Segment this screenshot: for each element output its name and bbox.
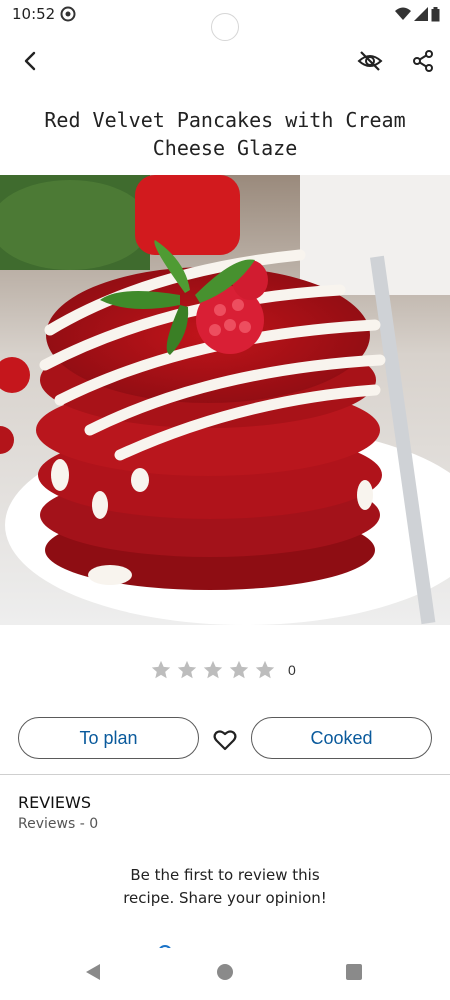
cooked-button[interactable]: Cooked — [251, 717, 432, 759]
to-plan-button[interactable]: To plan — [18, 717, 199, 759]
status-time: 10:52 — [12, 5, 56, 23]
arrow-back-icon — [24, 51, 36, 71]
signal-icon — [414, 7, 428, 21]
cooked-label: Cooked — [310, 727, 373, 748]
recipe-photo — [0, 175, 450, 625]
recipe-title: Red Velvet Pancakes with Cream Cheese Gl… — [44, 108, 406, 160]
star-icon[interactable] — [254, 659, 276, 681]
wifi-icon — [395, 7, 411, 20]
heart-outline-icon — [213, 730, 237, 751]
star-icon[interactable] — [228, 659, 250, 681]
nav-recents-icon[interactable] — [346, 964, 362, 980]
reviews-heading: REVIEWS — [18, 793, 91, 812]
eye-off-icon — [357, 51, 383, 71]
share-icon — [413, 50, 433, 72]
star-icon[interactable] — [202, 659, 224, 681]
top-app-bar — [0, 36, 450, 86]
review-empty-message: Be the first to review this recipe. Shar… — [0, 864, 450, 910]
battery-icon — [431, 6, 440, 21]
hide-recipe-button[interactable] — [352, 43, 388, 79]
star-icon[interactable] — [176, 659, 198, 681]
star-icon[interactable] — [150, 659, 172, 681]
status-icons — [395, 5, 440, 23]
nav-back-icon[interactable] — [84, 962, 102, 982]
system-navigation-bar — [0, 948, 450, 1000]
favorite-button[interactable] — [210, 726, 240, 754]
rating-row: 0 — [150, 655, 296, 685]
review-empty-line-2: recipe. Share your opinion! — [123, 889, 327, 907]
status-bar: 10:52 — [0, 0, 450, 41]
rating-count: 0 — [288, 662, 296, 678]
to-plan-label: To plan — [79, 727, 138, 748]
review-empty-line-1: Be the first to review this — [130, 866, 320, 884]
back-button[interactable] — [13, 43, 49, 79]
share-button[interactable] — [405, 43, 441, 79]
divider — [0, 774, 450, 775]
sync-notification-icon — [60, 6, 76, 22]
nav-home-icon[interactable] — [217, 964, 233, 980]
recipe-image — [0, 175, 450, 625]
reviews-count: Reviews - 0 — [18, 816, 99, 832]
